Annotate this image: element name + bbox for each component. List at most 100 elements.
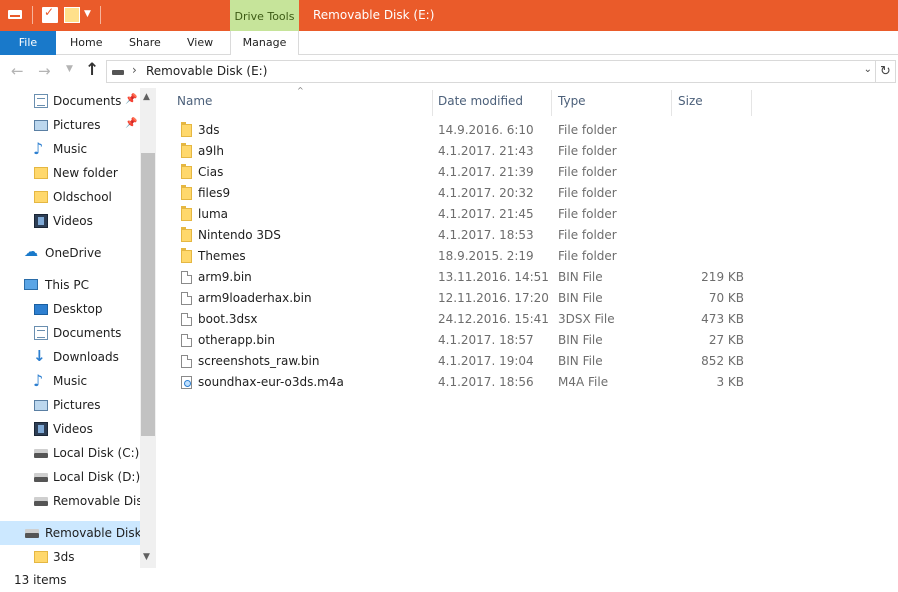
file-type: BIN File [558,354,603,368]
up-arrow-icon[interactable]: ↑ [85,60,99,80]
file-row[interactable]: arm9loaderhax.bin 12.11.2016. 17:20 BIN … [174,288,754,309]
forward-arrow-icon[interactable]: → [38,62,51,80]
file-row[interactable]: 3ds 14.9.2016. 6:10 File folder [174,120,754,141]
column-divider[interactable] [432,90,433,116]
file-row[interactable]: luma 4.1.2017. 21:45 File folder [174,204,754,225]
file-row[interactable]: otherapp.bin 4.1.2017. 18:57 BIN File 27… [174,330,754,351]
customize-toolbar-chevron-icon[interactable]: ▼ [84,9,94,25]
desktop-icon [34,304,48,315]
file-type: BIN File [558,333,603,347]
file-icon [181,313,192,326]
folder-icon [181,206,192,221]
file-row[interactable]: files9 4.1.2017. 20:32 File folder [174,183,754,204]
tab-home[interactable]: Home [70,31,102,55]
toolbar-divider [100,6,101,24]
file-name: soundhax-eur-o3ds.m4a [198,375,344,389]
documents-icon [34,94,48,108]
file-type: BIN File [558,270,603,284]
file-type: M4A File [558,375,609,389]
file-row[interactable]: screenshots_raw.bin 4.1.2017. 19:04 BIN … [174,351,754,372]
column-header-name[interactable]: Name [177,94,212,112]
breadcrumb[interactable]: Removable Disk (E:) [146,64,267,78]
folder-icon [181,248,192,263]
address-history-chevron-icon[interactable]: ⌄ [864,64,872,75]
documents-icon [34,326,48,340]
file-name: arm9.bin [198,270,252,284]
drive-icon [34,449,48,458]
tab-manage[interactable]: Manage [230,31,299,55]
breadcrumb-chevron-icon[interactable]: › [132,63,137,77]
file-row[interactable]: a9lh 4.1.2017. 21:43 File folder [174,141,754,162]
file-name: files9 [198,186,231,200]
nav-item-label: Videos [53,422,93,436]
file-name: a9lh [198,144,224,158]
file-row[interactable]: Cias 4.1.2017. 21:39 File folder [174,162,754,183]
nav-item-music[interactable]: ♪ Music [0,369,140,393]
column-header-date-modified[interactable]: Date modified [438,94,523,112]
nav-item-videos[interactable]: Videos [0,209,140,233]
properties-icon[interactable] [42,5,58,23]
tab-share[interactable]: Share [129,31,161,55]
nav-item-label: Local Disk (C:) [53,446,140,460]
nav-item-music[interactable]: ♪ Music [0,137,140,161]
nav-item-removable-disk-e[interactable]: Removable Disk (E [0,521,156,545]
address-bar[interactable]: › Removable Disk (E:) ⌄ [106,60,876,83]
file-size: 70 KB [708,291,744,305]
file-name: boot.3dsx [198,312,258,326]
file-size: 473 KB [701,312,744,326]
nav-item-videos[interactable]: Videos [0,417,140,441]
file-date: 4.1.2017. 20:32 [438,186,534,200]
refresh-icon[interactable]: ↻ [876,60,896,83]
music-icon: ♪ [33,139,44,158]
drive-icon [25,529,39,538]
scroll-up-icon[interactable]: ▲ [143,92,150,102]
tab-file[interactable]: File [0,31,56,55]
nav-item-label: New folder [53,166,118,180]
nav-item-onedrive[interactable]: ☁ OneDrive [0,241,140,265]
column-divider[interactable] [751,90,752,116]
nav-item-documents[interactable]: Documents [0,321,140,345]
navigation-pane-scrollbar[interactable]: ▲ ▼ [140,88,156,568]
drive-tools-tab[interactable]: Drive Tools [230,0,299,31]
nav-item-local-disk-c[interactable]: Local Disk (C:) [0,441,140,465]
nav-item-downloads[interactable]: ↓ Downloads [0,345,140,369]
new-folder-icon[interactable] [64,7,80,23]
folder-icon [181,185,192,200]
recent-locations-chevron-icon[interactable]: ▼ [66,64,73,74]
back-arrow-icon[interactable]: ← [11,62,24,80]
column-header-size[interactable]: Size [678,94,703,112]
nav-item-new-folder[interactable]: New folder [0,161,140,185]
column-divider[interactable] [551,90,552,116]
videos-icon [34,422,48,436]
scroll-down-icon[interactable]: ▼ [143,552,150,562]
file-row[interactable]: Themes 18.9.2015. 2:19 File folder [174,246,754,267]
nav-item-3ds[interactable]: 3ds [0,545,140,568]
file-row[interactable]: boot.3dsx 24.12.2016. 15:41 3DSX File 47… [174,309,754,330]
folder-icon [34,191,48,203]
nav-item-removable-disk[interactable]: Removable Disk [0,489,150,513]
file-row[interactable]: soundhax-eur-o3ds.m4a 4.1.2017. 18:56 M4… [174,372,754,393]
file-size: 852 KB [701,354,744,368]
file-row[interactable]: arm9.bin 13.11.2016. 14:51 BIN File 219 … [174,267,754,288]
file-type: File folder [558,228,617,242]
column-divider[interactable] [671,90,672,116]
toolbar-divider [32,6,33,24]
nav-item-this-pc[interactable]: This PC [0,273,140,297]
file-date: 4.1.2017. 18:56 [438,375,534,389]
column-header-type[interactable]: Type [558,94,586,112]
nav-item-documents[interactable]: Documents 📌 [0,89,140,113]
nav-item-pictures[interactable]: Pictures [0,393,140,417]
file-list: ^ Name Date modified Type Size 3ds 14.9.… [156,86,898,568]
tab-view[interactable]: View [187,31,213,55]
pin-icon[interactable]: 📌 [125,94,137,105]
pin-icon[interactable]: 📌 [125,118,137,129]
nav-item-desktop[interactable]: Desktop [0,297,140,321]
nav-item-label: Desktop [53,302,103,316]
drive-icon [112,70,124,75]
scrollbar-thumb[interactable] [141,153,155,436]
nav-item-pictures[interactable]: Pictures 📌 [0,113,140,137]
nav-item-oldschool[interactable]: Oldschool [0,185,140,209]
folder-icon [181,227,192,242]
file-row[interactable]: Nintendo 3DS 4.1.2017. 18:53 File folder [174,225,754,246]
nav-item-local-disk-d[interactable]: Local Disk (D:) [0,465,140,489]
